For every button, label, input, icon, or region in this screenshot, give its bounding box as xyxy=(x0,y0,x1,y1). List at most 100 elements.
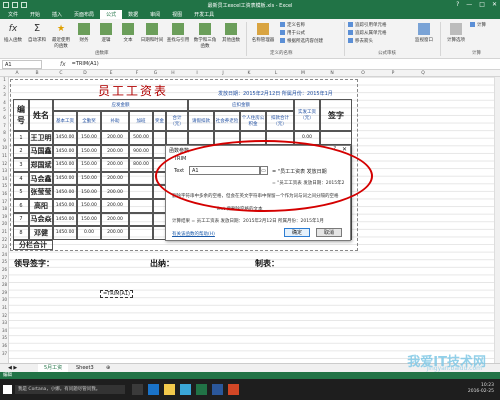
salary-cell-base[interactable]: 1450.00 xyxy=(53,131,77,145)
salary-cell-sub[interactable]: 200.00 xyxy=(101,158,129,172)
salary-cell-name[interactable]: 张莹莹 xyxy=(29,185,53,199)
row-header[interactable]: 20 xyxy=(0,221,9,226)
row-header[interactable]: 13 xyxy=(0,168,9,173)
column-header[interactable]: Q xyxy=(408,70,438,77)
salary-cell-ot[interactable] xyxy=(129,226,153,240)
salary-cell-sub[interactable]: 200.00 xyxy=(101,199,129,213)
salary-cell-base[interactable]: 1450.00 xyxy=(53,185,77,199)
row-header[interactable]: 8 xyxy=(0,130,9,135)
column-header[interactable]: O xyxy=(348,70,378,77)
row-header[interactable]: 15 xyxy=(0,183,9,188)
row-header[interactable]: 1 xyxy=(0,77,9,82)
explorer-icon[interactable] xyxy=(164,384,175,395)
salary-cell-att[interactable]: 150.00 xyxy=(77,185,101,199)
row-header[interactable]: 10 xyxy=(0,145,9,150)
row-header[interactable]: 2 xyxy=(0,85,9,90)
salary-cell-att[interactable]: 150.00 xyxy=(77,158,101,172)
row-header[interactable]: 28 xyxy=(0,282,9,287)
column-header[interactable]: I xyxy=(184,70,210,77)
trace-precedents-button[interactable]: 追踪引用单元格 xyxy=(348,22,387,30)
column-header[interactable]: E xyxy=(97,70,125,77)
salary-cell-no[interactable]: 7 xyxy=(13,212,29,227)
watch-window-button[interactable]: 监视窗口 xyxy=(412,23,436,43)
store-icon[interactable] xyxy=(180,384,191,395)
row-header[interactable]: 14 xyxy=(0,176,9,181)
ok-button[interactable]: 确定 xyxy=(284,228,310,237)
salary-cell-base[interactable]: 1450.00 xyxy=(53,144,77,159)
row-header[interactable]: 4 xyxy=(0,100,9,105)
salary-cell-base[interactable]: 1450.00 xyxy=(53,226,77,240)
column-header[interactable]: M xyxy=(290,70,316,77)
salary-cell-empty[interactable] xyxy=(320,131,352,145)
salary-cell-ot[interactable]: 900.00 xyxy=(129,144,153,159)
salary-cell-no[interactable]: 5 xyxy=(13,185,29,199)
row-header[interactable]: 35 xyxy=(0,335,9,340)
salary-cell-att[interactable]: 150.00 xyxy=(77,144,101,159)
tab-developer[interactable]: 开发工具 xyxy=(188,10,220,19)
salary-cell-sub[interactable]: 200.00 xyxy=(101,185,129,199)
minimize-button[interactable]: — xyxy=(466,1,472,8)
windows-start-icon[interactable] xyxy=(3,385,12,394)
salary-cell-no[interactable]: 1 xyxy=(13,131,29,145)
salary-cell-name[interactable]: 邓健 xyxy=(29,226,53,240)
row-header[interactable]: 11 xyxy=(0,153,9,158)
salary-cell-att[interactable]: 150.00 xyxy=(77,131,101,145)
define-name-button[interactable]: 定义名称 xyxy=(280,22,323,30)
help-link[interactable]: 有关该函数的帮助(H) xyxy=(172,231,215,237)
help-icon[interactable]: ? xyxy=(456,1,459,8)
column-header[interactable]: B xyxy=(25,70,49,77)
row-header[interactable]: 6 xyxy=(0,115,9,120)
salary-cell-ot[interactable]: 500.00 xyxy=(129,131,153,145)
cancel-button[interactable]: 取消 xyxy=(316,228,342,237)
salary-cell-base[interactable]: 1450.00 xyxy=(53,158,77,172)
trace-dependents-button[interactable]: 追踪从属单元格 xyxy=(348,30,387,38)
row-header[interactable]: 32 xyxy=(0,313,9,318)
excel-icon[interactable] xyxy=(196,384,207,395)
row-header[interactable]: 19 xyxy=(0,214,9,219)
row-header[interactable]: 34 xyxy=(0,328,9,333)
salary-cell-att[interactable]: 0.00 xyxy=(77,226,101,240)
column-header[interactable]: K xyxy=(236,70,262,77)
salary-cell-att[interactable]: 150.00 xyxy=(77,199,101,213)
financial-button[interactable]: 财务 xyxy=(74,23,94,43)
salary-cell-bonus[interactable] xyxy=(153,131,166,145)
active-cell[interactable]: =TRIM(A1) xyxy=(100,290,134,298)
salary-cell-base[interactable]: 1450.00 xyxy=(53,212,77,227)
row-header[interactable]: 36 xyxy=(0,343,9,348)
row-header[interactable]: 3 xyxy=(0,92,9,97)
row-header[interactable]: 31 xyxy=(0,305,9,310)
salary-cell-sub[interactable]: 200.00 xyxy=(101,144,129,159)
name-manager-button[interactable]: 名称管理器 xyxy=(250,23,276,43)
create-from-selection-button[interactable]: 根据所选内容创建 xyxy=(280,38,323,46)
salary-cell-no[interactable]: 8 xyxy=(13,226,29,240)
column-header[interactable]: P xyxy=(378,70,408,77)
row-header[interactable]: 5 xyxy=(0,107,9,112)
tab-view[interactable]: 视图 xyxy=(166,10,188,19)
lookup-button[interactable]: 查找与引用 xyxy=(166,23,190,43)
row-header[interactable]: 24 xyxy=(0,252,9,257)
logical-button[interactable]: 逻辑 xyxy=(96,23,116,43)
salary-cell-name[interactable]: 郑国斌 xyxy=(29,158,53,172)
close-button[interactable]: ✕ xyxy=(492,1,497,8)
salary-cell-no[interactable]: 6 xyxy=(13,199,29,213)
column-header[interactable]: N xyxy=(316,70,348,77)
row-header[interactable]: 16 xyxy=(0,191,9,196)
tab-formulas[interactable]: 公式 xyxy=(100,10,123,19)
row-header[interactable]: 23 xyxy=(0,244,9,249)
row-header[interactable]: 18 xyxy=(0,206,9,211)
edge-icon[interactable] xyxy=(148,384,159,395)
salary-cell-ot[interactable] xyxy=(129,212,153,227)
cortana-search[interactable]: 我是 Cortana，小娜。有问题尽管问我。 xyxy=(15,385,125,394)
row-header[interactable]: 12 xyxy=(0,161,9,166)
word-icon[interactable] xyxy=(212,384,223,395)
salary-cell-sub[interactable]: 200.00 xyxy=(101,171,129,186)
column-header[interactable]: H xyxy=(162,70,184,77)
column-header[interactable]: D xyxy=(73,70,97,77)
datetime-button[interactable]: 日期和时间 xyxy=(140,23,164,43)
tab-file[interactable]: 文件 xyxy=(2,10,24,19)
row-header[interactable]: 27 xyxy=(0,275,9,280)
insert-function-button[interactable]: fx 插入函数 xyxy=(2,23,24,43)
task-view-icon[interactable] xyxy=(132,384,143,395)
column-header[interactable]: F xyxy=(125,70,149,77)
row-header[interactable]: 29 xyxy=(0,290,9,295)
